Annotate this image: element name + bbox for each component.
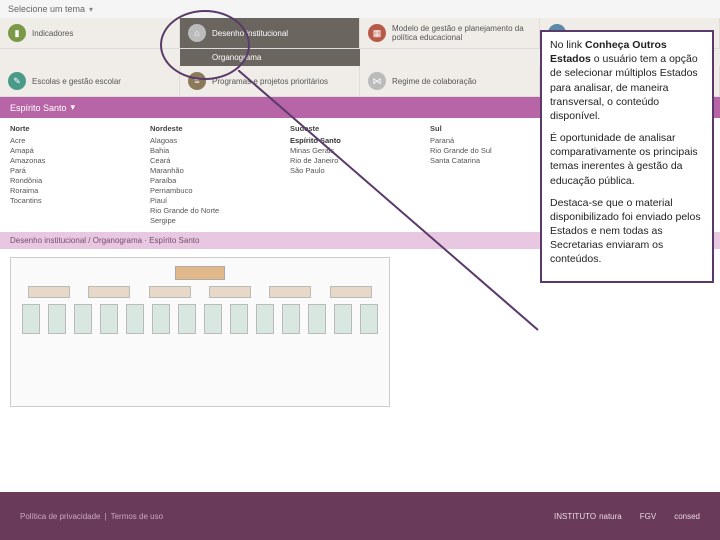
org-leaf <box>360 304 378 334</box>
org-leaf <box>230 304 248 334</box>
state-link[interactable]: Bahia <box>150 146 290 155</box>
region-header: Nordeste <box>150 124 290 133</box>
org-root <box>175 266 225 280</box>
nav-modelo[interactable]: ▦ Modelo de gestão e planejamento da pol… <box>360 18 540 48</box>
sub-organograma[interactable]: Organograma <box>180 49 360 66</box>
state-link[interactable]: Amapá <box>10 146 150 155</box>
callout-p2: É oportunidade de analisar comparativame… <box>550 131 704 188</box>
separator: | <box>105 512 107 521</box>
breadcrumb-text: Desenho institucional / Organograma · Es… <box>10 236 199 245</box>
region-header: Sudeste <box>290 124 430 133</box>
state-link[interactable]: Pará <box>10 166 150 175</box>
callout-p1: No link Conheça Outros Estados o usuário… <box>550 38 704 123</box>
org-node <box>149 286 191 298</box>
state-link[interactable]: Ceará <box>150 156 290 165</box>
state-link[interactable]: Alagoas <box>150 136 290 145</box>
org-level-2 <box>19 286 381 298</box>
state-link[interactable]: Rondônia <box>10 176 150 185</box>
state-link[interactable]: Piauí <box>150 196 290 205</box>
nav-indicadores[interactable]: ▮ Indicadores <box>0 18 180 48</box>
calendar-icon: ▦ <box>368 24 386 42</box>
col-norte: Norte Acre Amapá Amazonas Pará Rondônia … <box>10 124 150 226</box>
org-leaf <box>308 304 326 334</box>
terms-link[interactable]: Termos de uso <box>111 512 163 521</box>
org-node <box>269 286 311 298</box>
logo-text: INSTITUTO <box>554 512 596 521</box>
list-icon: ≡ <box>188 72 206 90</box>
org-leaf <box>282 304 300 334</box>
footer-links: Política de privacidade | Termos de uso <box>20 512 163 521</box>
org-leaf <box>256 304 274 334</box>
state-link[interactable]: Pernambuco <box>150 186 290 195</box>
sub-empty <box>0 49 180 66</box>
col-sudeste: Sudeste Espírito Santo Minas Gerais Rio … <box>290 124 430 226</box>
nav-label: Escolas e gestão escolar <box>32 77 121 86</box>
state-link[interactable]: Tocantins <box>10 196 150 205</box>
org-leaf <box>204 304 222 334</box>
state-link[interactable]: Acre <box>10 136 150 145</box>
state-link[interactable]: Sergipe <box>150 216 290 225</box>
callout-p3: Destaca-se que o material disponibilizad… <box>550 196 704 267</box>
org-leaf <box>100 304 118 334</box>
nav-programas[interactable]: ≡ Programas e projetos prioritários <box>180 66 360 96</box>
state-link[interactable]: Rio Grande do Norte <box>150 206 290 215</box>
org-node <box>330 286 372 298</box>
sub-label: Organograma <box>212 53 261 62</box>
org-node <box>28 286 70 298</box>
org-node <box>88 286 130 298</box>
org-leaves <box>19 304 381 334</box>
state-link[interactable]: Maranhão <box>150 166 290 175</box>
callout-text: No link <box>550 39 585 51</box>
logo-text: FGV <box>640 512 656 521</box>
state-link[interactable]: Minas Gerais <box>290 146 430 155</box>
logo-text: natura <box>599 512 622 521</box>
org-leaf <box>334 304 352 334</box>
handshake-icon: ⋈ <box>368 72 386 90</box>
org-leaf <box>22 304 40 334</box>
nav-escolas[interactable]: ✎ Escolas e gestão escolar <box>0 66 180 96</box>
privacy-link[interactable]: Política de privacidade <box>20 512 101 521</box>
org-icon: ⌂ <box>188 24 206 42</box>
state-link[interactable]: Amazonas <box>10 156 150 165</box>
org-leaf <box>74 304 92 334</box>
logo-fgv: FGV <box>640 512 656 521</box>
state-link[interactable]: Rio de Janeiro <box>290 156 430 165</box>
state-link[interactable]: São Paulo <box>290 166 430 175</box>
theme-selector[interactable]: Selecione um tema ▾ <box>0 0 720 18</box>
nav-label: Desenho institucional <box>212 29 288 38</box>
callout-box: No link Conheça Outros Estados o usuário… <box>540 30 714 283</box>
nav-label: Indicadores <box>32 29 73 38</box>
org-leaf <box>48 304 66 334</box>
theme-label: Selecione um tema <box>8 4 85 14</box>
region-header: Norte <box>10 124 150 133</box>
logo-consed: consed <box>674 512 700 521</box>
footer-logos: INSTITUTO natura FGV consed <box>554 512 700 521</box>
bars-icon: ▮ <box>8 24 26 42</box>
org-leaf <box>152 304 170 334</box>
nav-regime[interactable]: ⋈ Regime de colaboração <box>360 66 540 96</box>
org-leaf <box>178 304 196 334</box>
nav-label: Programas e projetos prioritários <box>212 77 328 86</box>
logo-text: consed <box>674 512 700 521</box>
nav-label: Modelo de gestão e planejamento da polít… <box>392 24 531 42</box>
sub-empty <box>360 49 540 66</box>
organogram-thumbnail[interactable] <box>10 257 390 407</box>
chevron-down-icon: ▾ <box>89 5 93 14</box>
org-node <box>209 286 251 298</box>
col-nordeste: Nordeste Alagoas Bahia Ceará Maranhão Pa… <box>150 124 290 226</box>
state-link[interactable]: Paraíba <box>150 176 290 185</box>
state-link-selected[interactable]: Espírito Santo <box>290 136 430 145</box>
logo-natura: INSTITUTO natura <box>554 512 622 521</box>
state-label: Espírito Santo <box>10 103 67 113</box>
nav-label: Regime de colaboração <box>392 77 477 86</box>
footer: Política de privacidade | Termos de uso … <box>0 492 720 540</box>
org-leaf <box>126 304 144 334</box>
school-icon: ✎ <box>8 72 26 90</box>
nav-desenho[interactable]: ⌂ Desenho institucional <box>180 18 360 48</box>
state-link[interactable]: Roraima <box>10 186 150 195</box>
chevron-down-icon: ▾ <box>71 102 76 113</box>
